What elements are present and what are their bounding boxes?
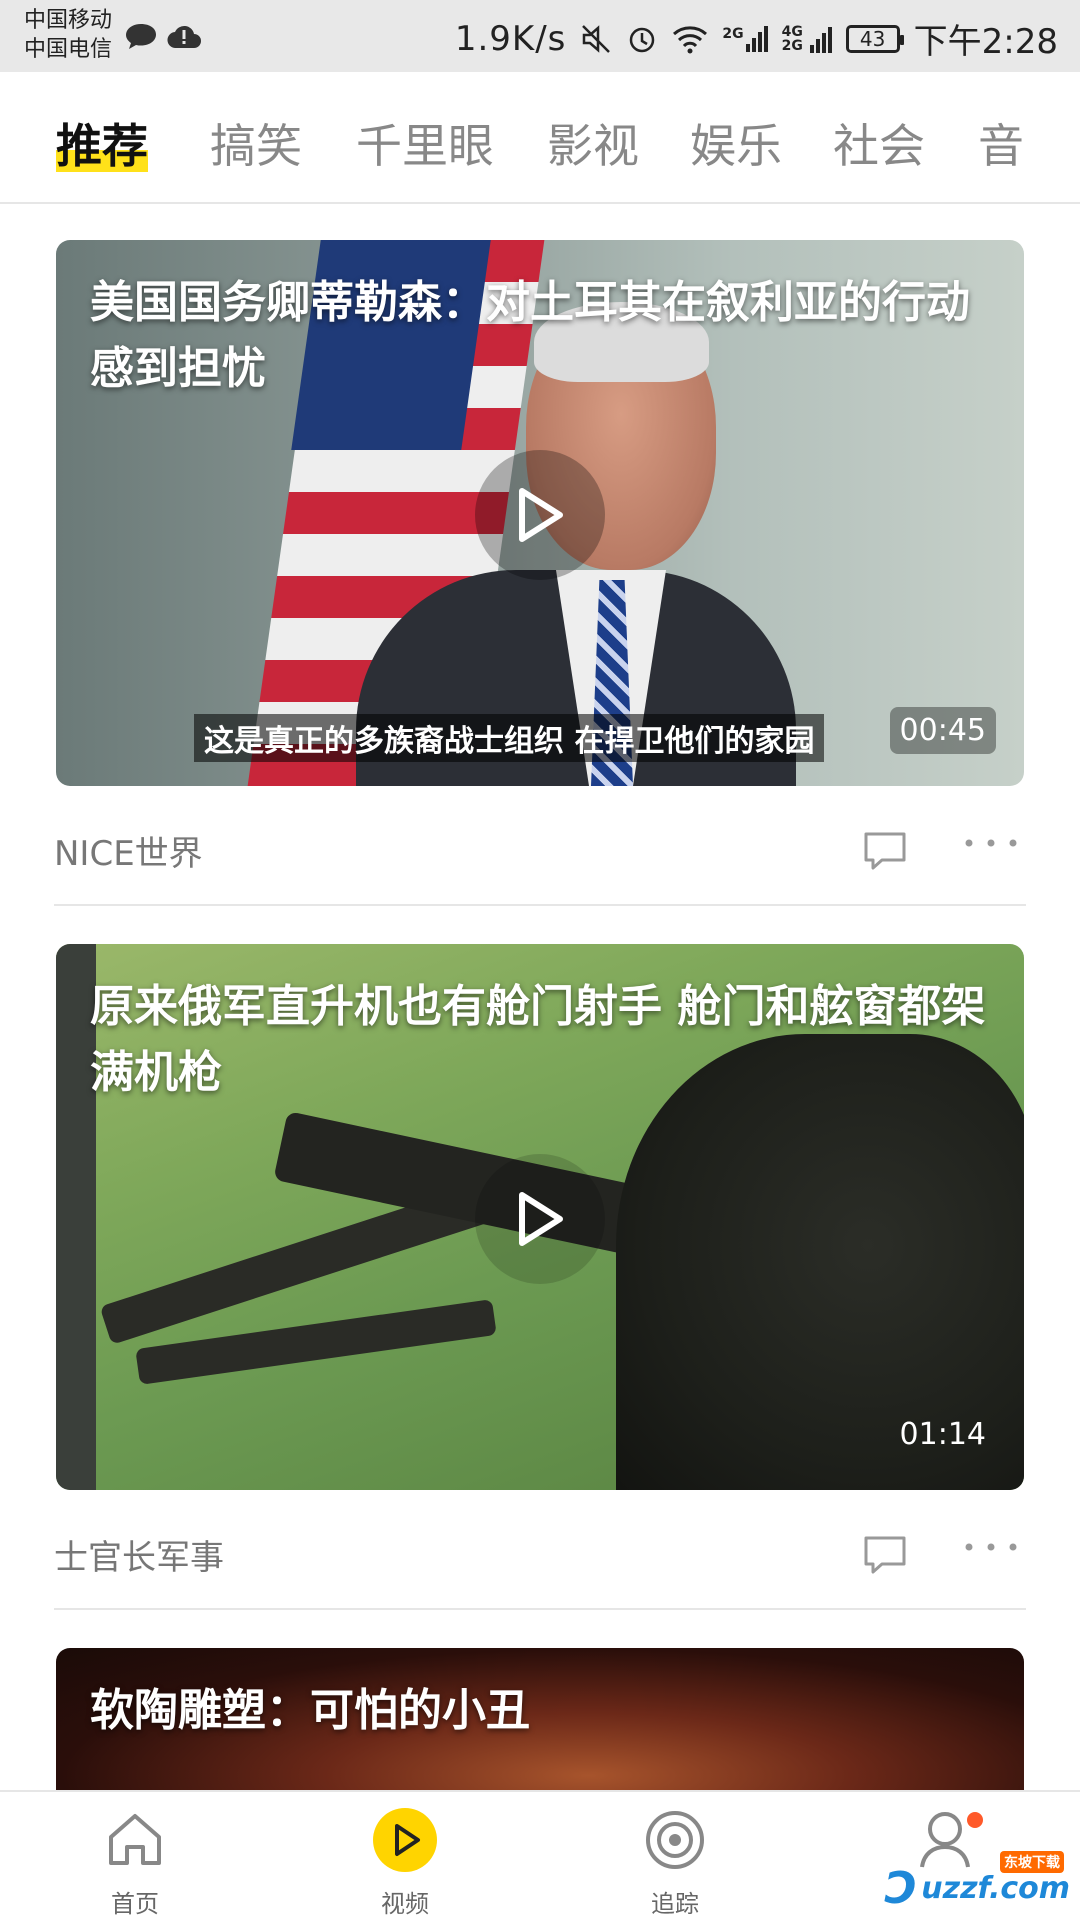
message-icon	[126, 24, 156, 49]
watermark-text: uzzf.com	[921, 1871, 1070, 1906]
video-source[interactable]: 士官长军事	[54, 1530, 224, 1579]
play-button[interactable]	[475, 1154, 605, 1284]
more-icon[interactable]	[964, 838, 1018, 848]
tab-funny[interactable]: 搞笑	[210, 110, 302, 176]
play-icon	[519, 1192, 563, 1246]
video-title: 美国国务卿蒂勒森：对土耳其在叙利亚的行动感到担忧	[90, 277, 970, 394]
video-source[interactable]: NICE世界	[54, 826, 203, 875]
home-icon	[109, 1814, 161, 1865]
carrier-info: 中国移动 中国电信	[24, 6, 112, 64]
tab-music[interactable]: 音	[978, 110, 1024, 176]
notification-icons	[124, 22, 202, 52]
tab-society[interactable]: 社会	[833, 110, 925, 176]
net-speed: 1.9K/s	[454, 18, 567, 59]
status-bar: 中国移动 中国电信 1.9K/s 2G 4G 2G 43 下午2:28	[0, 0, 1080, 72]
wifi-icon	[673, 25, 708, 53]
video-thumbnail[interactable]: 软陶雕塑：可怕的小丑	[56, 1648, 1024, 1790]
tab-qianliyan[interactable]: 千里眼	[356, 110, 494, 176]
nav-label: 视频	[381, 1890, 429, 1918]
user-icon	[920, 1812, 970, 1868]
play-icon	[519, 488, 563, 542]
video-duration: 01:14	[899, 1417, 986, 1452]
clock: 下午2:28	[913, 22, 1058, 62]
battery-level: 43	[859, 26, 886, 51]
comment-icon[interactable]	[862, 830, 908, 872]
video-duration: 00:45	[889, 707, 996, 754]
carrier-2: 中国电信	[24, 37, 113, 62]
more-icon[interactable]	[964, 1542, 1018, 1552]
video-title: 软陶雕塑：可怕的小丑	[90, 1685, 530, 1736]
tab-entertainment[interactable]: 娱乐	[690, 110, 782, 176]
nav-label: 追踪	[651, 1890, 699, 1918]
video-thumbnail[interactable]: 原来俄军直升机也有舱门射手 舱门和舷窗都架满机枪 01:14	[56, 944, 1024, 1490]
watermark-logo: Ↄ uzzf.com 东坡下载	[885, 1851, 1070, 1914]
nav-track[interactable]: 追踪	[615, 1802, 735, 1919]
battery-icon: 43	[845, 24, 904, 53]
carrier-1: 中国移动	[24, 8, 113, 33]
nav-home[interactable]: 首页	[75, 1802, 195, 1919]
video-thumbnail[interactable]: 美国国务卿蒂勒森：对土耳其在叙利亚的行动感到担忧 这是真正的多族裔战士组织 在捍…	[56, 240, 1024, 786]
play-icon	[373, 1808, 437, 1872]
video-meta: 士官长军事	[54, 1490, 1026, 1610]
video-meta: NICE世界	[54, 786, 1026, 906]
video-card: 美国国务卿蒂勒森：对土耳其在叙利亚的行动感到担忧 这是真正的多族裔战士组织 在捍…	[54, 240, 1026, 906]
mute-icon	[582, 24, 611, 53]
signal-2-label: 4G 2G	[781, 23, 803, 54]
play-button[interactable]	[475, 450, 605, 580]
category-tabs: 推荐 搞笑 千里眼 影视 娱乐 社会 音	[0, 72, 1080, 204]
tab-film[interactable]: 影视	[547, 110, 639, 176]
video-card: 原来俄军直升机也有舱门射手 舱门和舷窗都架满机枪 01:14 士官长军事	[54, 944, 1026, 1610]
tab-label: 推荐	[56, 119, 148, 173]
tab-recommend[interactable]: 推荐	[56, 110, 148, 176]
watermark-tag: 东坡下载	[1000, 1851, 1064, 1873]
comment-icon[interactable]	[862, 1534, 908, 1576]
alarm-icon	[630, 27, 655, 52]
video-subtitle: 这是真正的多族裔战士组织 在捍卫他们的家园	[194, 714, 825, 762]
signal-2: 4G 2G	[782, 25, 832, 53]
signal-1: 2G	[722, 25, 768, 52]
status-right: 1.9K/s 2G 4G 2G 43 下午2:28	[455, 14, 1058, 63]
signal-1-label: 2G	[722, 25, 744, 42]
video-card: 软陶雕塑：可怕的小丑	[56, 1648, 1024, 1790]
cloud-alert-icon	[167, 25, 201, 49]
bottom-navigation: 首页 视频 追踪 我的 Ↄ uzzf.com 东坡下载	[0, 1790, 1080, 1922]
nav-video[interactable]: 视频	[345, 1802, 465, 1919]
video-title: 原来俄军直升机也有舱门射手 舱门和舷窗都架满机枪	[90, 981, 986, 1098]
notification-dot	[967, 1812, 983, 1828]
nav-label: 首页	[111, 1890, 159, 1918]
target-icon	[646, 1811, 704, 1869]
